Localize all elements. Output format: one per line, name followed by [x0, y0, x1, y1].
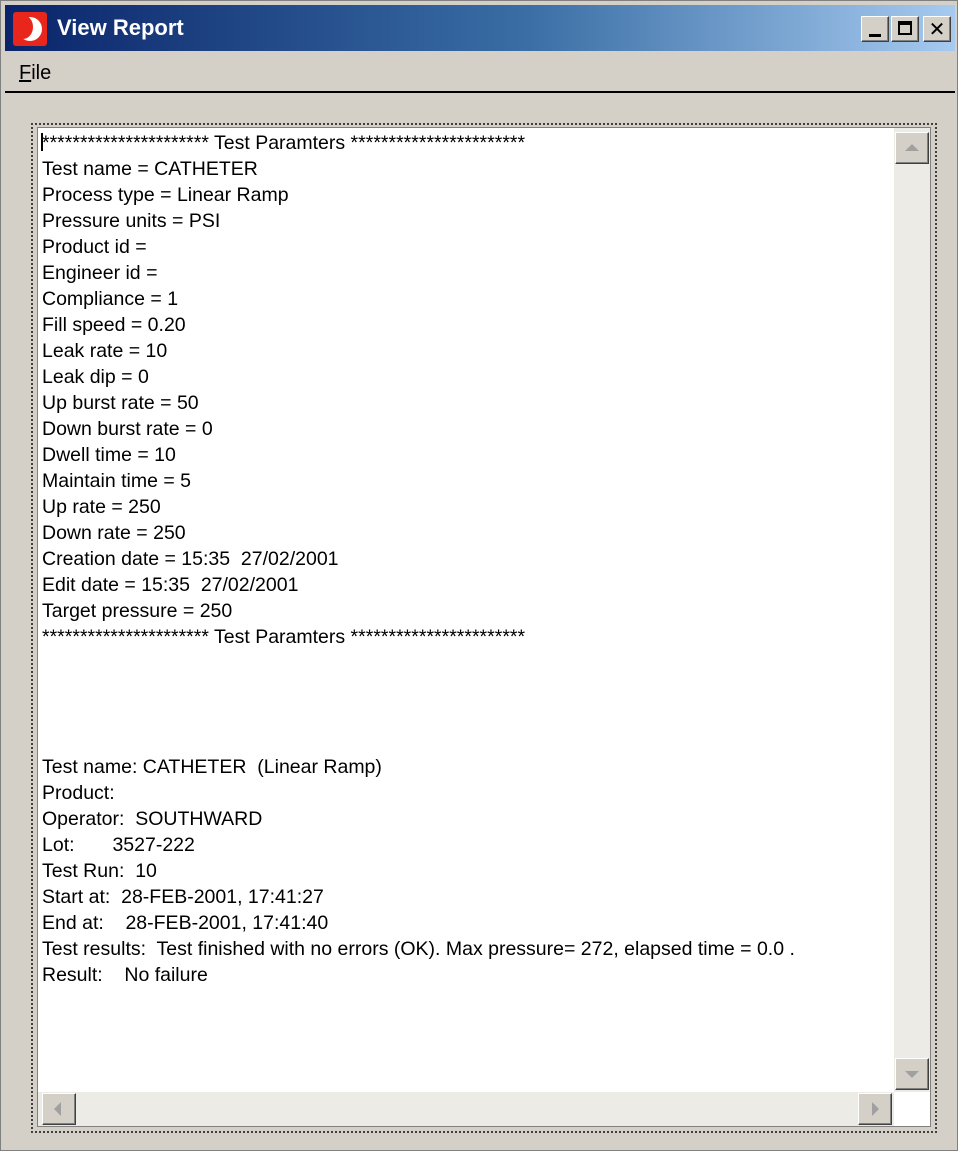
- scroll-up-arrow-icon: [905, 144, 919, 151]
- menu-divider: [5, 91, 955, 93]
- report-line: Test results: Test finished with no erro…: [42, 938, 795, 960]
- title-bar[interactable]: View Report ✕: [5, 5, 955, 51]
- report-line: Edit date = 15:35 27/02/2001: [42, 574, 299, 596]
- report-line: Test Run: 10: [42, 860, 157, 882]
- maximize-icon: [898, 21, 912, 35]
- maximize-button[interactable]: [891, 16, 919, 42]
- report-line: Creation date = 15:35 27/02/2001: [42, 548, 339, 570]
- report-content[interactable]: ********************** Test Paramters **…: [42, 130, 882, 1085]
- report-line: Result: No failure: [42, 964, 208, 986]
- report-line: Fill speed = 0.20: [42, 314, 186, 336]
- view-report-window: View Report ✕ File *********************…: [0, 0, 958, 1151]
- report-line: Leak rate = 10: [42, 340, 168, 362]
- minimize-icon: [869, 34, 881, 37]
- report-line: Up burst rate = 50: [42, 392, 199, 414]
- scrollbar-corner: [894, 1092, 930, 1126]
- scroll-down-button[interactable]: [895, 1058, 929, 1090]
- report-line: Lot: 3527-222: [42, 834, 195, 856]
- report-line: [42, 728, 882, 754]
- scroll-left-button[interactable]: [42, 1093, 76, 1125]
- report-line: Product:: [42, 782, 115, 804]
- horizontal-scrollbar[interactable]: [38, 1092, 894, 1126]
- minimize-button[interactable]: [861, 16, 889, 42]
- report-line: ********************** Test Paramters **…: [42, 626, 526, 648]
- report-line: Target pressure = 250: [42, 600, 233, 622]
- scroll-right-arrow-icon: [872, 1102, 879, 1116]
- report-line: Down rate = 250: [42, 522, 186, 544]
- report-line: [42, 702, 882, 728]
- report-line: Operator: SOUTHWARD: [42, 808, 263, 830]
- report-line: Start at: 28-FEB-2001, 17:41:27: [42, 886, 324, 908]
- report-line: Test name = CATHETER: [42, 158, 258, 180]
- report-line: Down burst rate = 0: [42, 418, 213, 440]
- scroll-right-button[interactable]: [858, 1093, 892, 1125]
- report-line: [42, 676, 882, 702]
- close-icon: ✕: [928, 17, 946, 41]
- menu-bar: File: [5, 53, 955, 91]
- report-line: Pressure units = PSI: [42, 210, 221, 232]
- report-text-area[interactable]: ********************** Test Paramters **…: [37, 127, 931, 1127]
- close-button[interactable]: ✕: [923, 16, 951, 42]
- scroll-left-arrow-icon: [54, 1102, 61, 1116]
- app-logo-icon[interactable]: [13, 12, 47, 46]
- report-line: Compliance = 1: [42, 288, 179, 310]
- report-line: Product id =: [42, 236, 147, 258]
- report-line: ********************** Test Paramters **…: [42, 132, 526, 154]
- report-line: Process type = Linear Ramp: [42, 184, 289, 206]
- scroll-down-arrow-icon: [905, 1071, 919, 1078]
- scroll-up-button[interactable]: [895, 132, 929, 164]
- report-line: End at: 28-FEB-2001, 17:41:40: [42, 912, 329, 934]
- report-line: Dwell time = 10: [42, 444, 176, 466]
- report-line: Maintain time = 5: [42, 470, 192, 492]
- report-line: Test name: CATHETER (Linear Ramp): [42, 756, 382, 778]
- report-line: Leak dip = 0: [42, 366, 149, 388]
- report-line: Up rate = 250: [42, 496, 161, 518]
- window-title: View Report: [57, 15, 184, 40]
- vertical-scrollbar[interactable]: [894, 128, 930, 1092]
- menu-file[interactable]: File: [13, 58, 57, 88]
- report-line: Engineer id =: [42, 262, 158, 284]
- report-line: [42, 650, 882, 676]
